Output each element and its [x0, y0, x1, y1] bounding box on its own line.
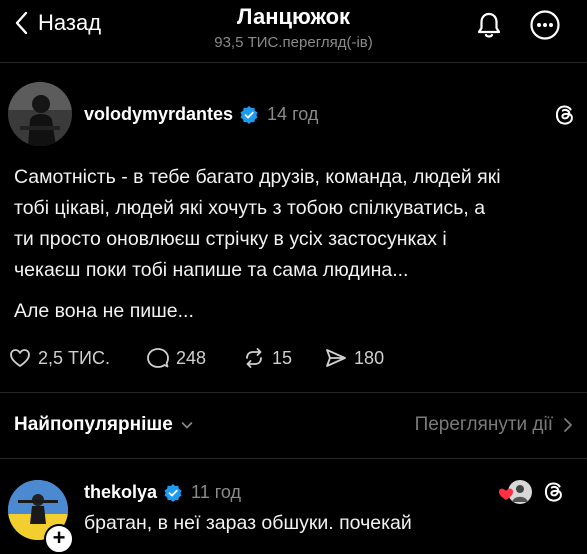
- share-button[interactable]: 180: [324, 346, 384, 370]
- chevron-down-icon: [181, 422, 193, 429]
- post-author-row: volodymyrdantes 14 год: [84, 104, 318, 125]
- post-text: Самотність - в тебе багато друзів, коман…: [14, 166, 501, 281]
- author-liked-avatar-icon: [499, 480, 532, 504]
- chevron-right-icon: [564, 418, 572, 432]
- reply-username[interactable]: thekolya: [84, 482, 157, 503]
- post-time: 14 год: [267, 104, 319, 124]
- reply-button[interactable]: 248: [146, 346, 206, 370]
- like-button[interactable]: 2,5 ТИС.: [8, 346, 110, 370]
- post-username[interactable]: volodymyrdantes: [84, 104, 233, 125]
- view-activity-link[interactable]: Переглянути дії: [415, 414, 573, 436]
- actions-divider: [0, 392, 587, 393]
- more-options-icon[interactable]: [529, 9, 561, 41]
- avatar-photo: [8, 82, 72, 146]
- reply-header-icons: [496, 478, 566, 506]
- reply-author-row: thekolya 11 год: [84, 482, 241, 503]
- reposts-count: 15: [272, 347, 293, 368]
- sort-divider: [0, 458, 587, 459]
- verified-badge-icon: [164, 483, 182, 502]
- post-text-second-paragraph: Але вона не пише...: [14, 300, 194, 322]
- sort-label: Найпопулярніше: [14, 414, 173, 435]
- avatar[interactable]: [8, 82, 72, 146]
- repost-button[interactable]: 15: [242, 346, 292, 370]
- replies-count: 248: [175, 347, 207, 368]
- follow-plus-button[interactable]: +: [44, 524, 74, 554]
- comment-icon: [147, 348, 169, 368]
- heart-icon: [10, 349, 30, 367]
- send-icon: [326, 349, 346, 367]
- likes-count: 2,5 ТИС.: [38, 347, 110, 368]
- threads-logo-icon: [544, 482, 562, 502]
- reply-time: 11 год: [191, 482, 242, 502]
- header-divider: [0, 62, 587, 63]
- view-activity-label: Переглянути дії: [414, 414, 553, 435]
- repost-icon: [246, 348, 262, 368]
- reply-text: братан, в неї зараз обшуки. почекай: [84, 512, 412, 534]
- sort-dropdown[interactable]: Найпопулярніше: [14, 414, 193, 436]
- threads-logo-icon: [555, 105, 573, 125]
- shares-count: 180: [354, 347, 385, 368]
- verified-badge-icon: [240, 105, 258, 124]
- post-actions: 2,5 ТИС. 248 15 180: [8, 344, 384, 372]
- bell-icon[interactable]: [474, 10, 504, 40]
